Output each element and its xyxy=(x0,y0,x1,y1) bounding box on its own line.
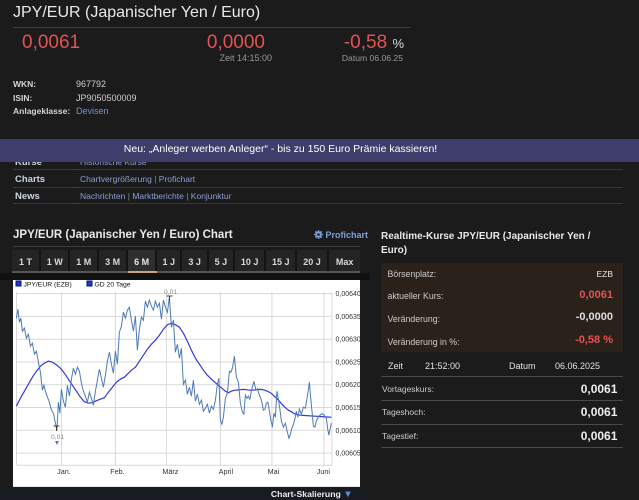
svg-text:Mai: Mai xyxy=(267,467,279,476)
svg-text:Feb.: Feb. xyxy=(110,467,124,476)
svg-text:0,01: 0,01 xyxy=(51,434,64,441)
svg-text:JPY/EUR (EZB): JPY/EUR (EZB) xyxy=(23,281,71,288)
svg-text:0,00620: 0,00620 xyxy=(335,382,360,389)
svg-text:Juni: Juni xyxy=(316,467,330,476)
svg-text:März: März xyxy=(162,467,178,476)
svg-text:April: April xyxy=(218,467,233,476)
svg-text:0,00635: 0,00635 xyxy=(335,314,360,321)
svg-text:0,00640: 0,00640 xyxy=(335,291,360,298)
svg-text:0,00610: 0,00610 xyxy=(335,428,360,435)
svg-text:GD 20 Tage: GD 20 Tage xyxy=(94,281,130,288)
svg-text:0,00630: 0,00630 xyxy=(335,336,360,343)
svg-text:0,00615: 0,00615 xyxy=(335,405,360,412)
svg-text:0,00605: 0,00605 xyxy=(335,450,360,457)
svg-text:0,00625: 0,00625 xyxy=(335,359,360,366)
svg-text:Jan.: Jan. xyxy=(57,467,71,476)
svg-text:0,01: 0,01 xyxy=(164,289,177,296)
